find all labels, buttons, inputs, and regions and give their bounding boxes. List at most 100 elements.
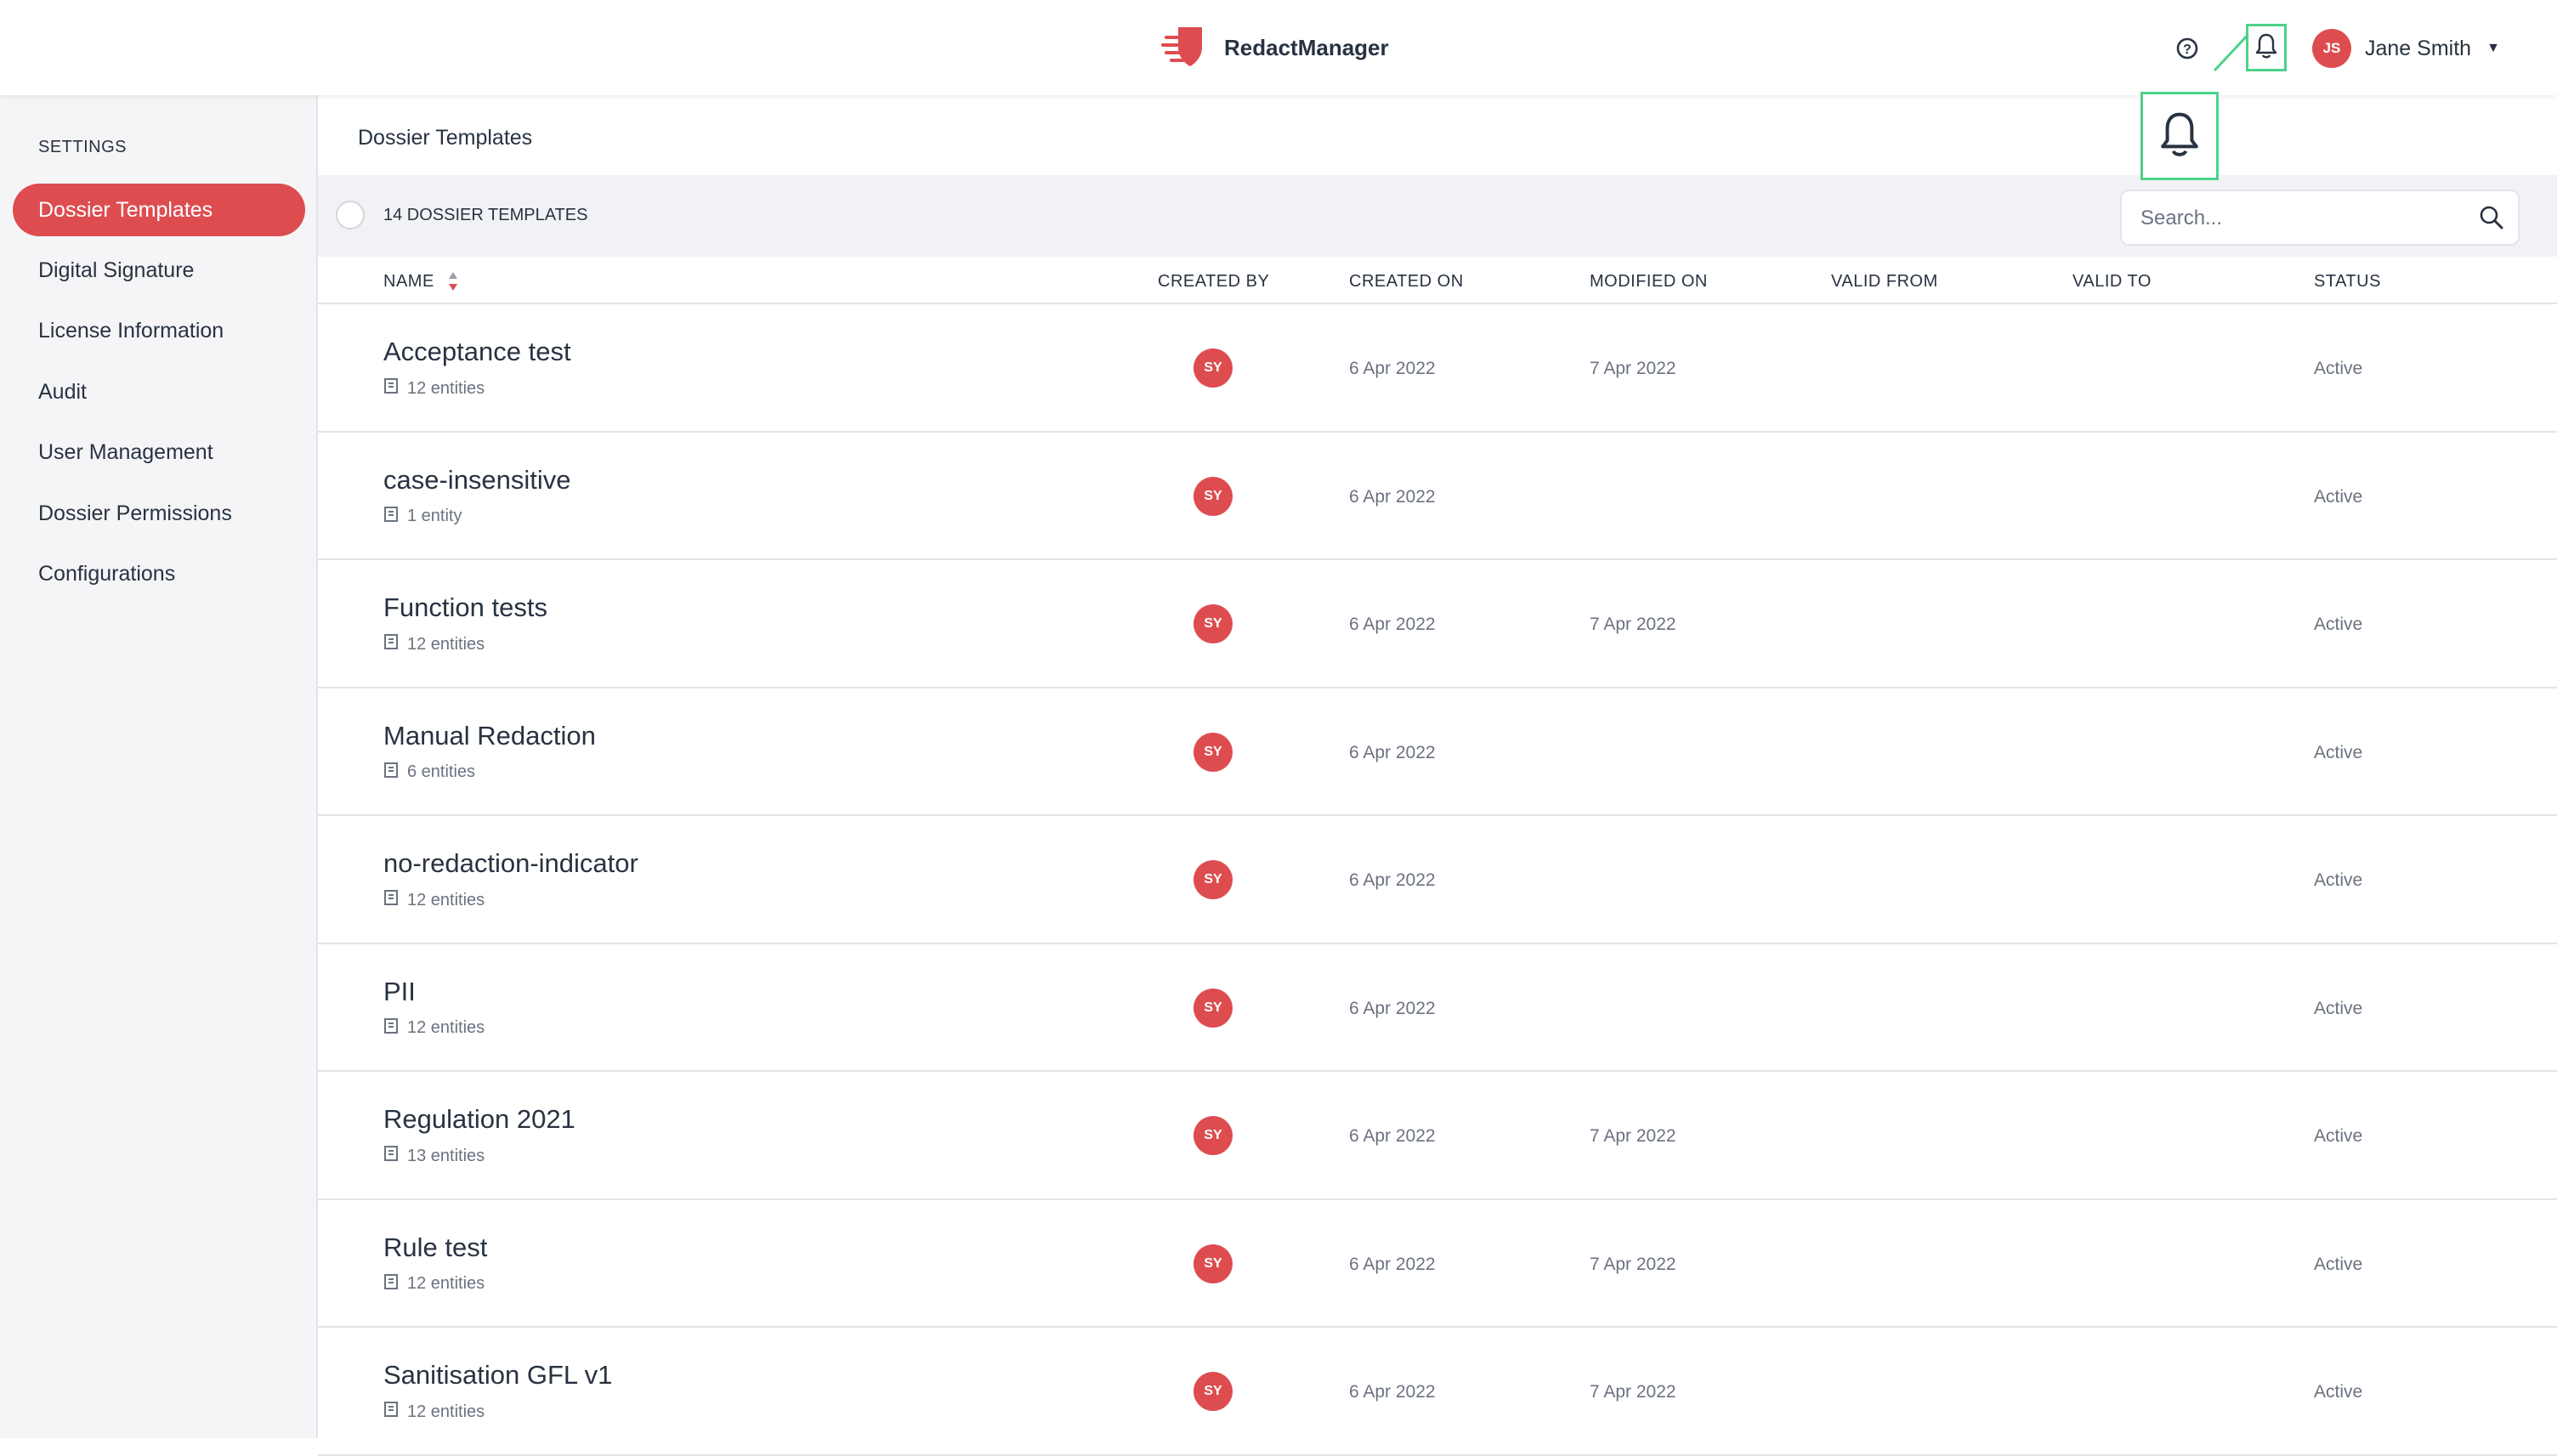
sidebar-item-dossier-permissions[interactable]: Dossier Permissions: [13, 487, 305, 540]
entity-count: 13 entities: [383, 1145, 485, 1167]
entity-count-label: 12 entities: [407, 1402, 485, 1421]
table-row[interactable]: case-insensitive 1 entity SY 6 Apr 2022 Acti…: [318, 433, 2557, 560]
chevron-down-icon: ▼: [2486, 41, 2500, 55]
search-icon[interactable]: [2477, 203, 2506, 236]
entity-count-label: 12 entities: [407, 1274, 485, 1293]
sidebar-item-configurations[interactable]: Configurations: [13, 547, 305, 600]
status-label: Active: [2314, 742, 2363, 762]
column-header-status: STATUS: [2314, 272, 2381, 291]
modified-on: 7 Apr 2022: [1590, 615, 1676, 634]
template-name[interactable]: Rule test: [383, 1232, 487, 1263]
page-title: Dossier Templates: [358, 126, 533, 150]
entity-count: 12 entities: [383, 377, 485, 399]
created-on: 6 Apr 2022: [1349, 870, 1436, 890]
created-on: 6 Apr 2022: [1349, 998, 1436, 1018]
creator-avatar: SY: [1193, 860, 1233, 899]
templates-count: 14 DOSSIER TEMPLATES: [383, 206, 588, 224]
created-on: 6 Apr 2022: [1349, 615, 1436, 634]
settings-sidebar: SETTINGS Dossier Templates Digital Signa…: [0, 95, 318, 1438]
entities-icon: [383, 1401, 399, 1423]
template-name[interactable]: PII: [383, 977, 416, 1007]
column-header-valid-from: VALID FROM: [1831, 272, 1938, 291]
template-name[interactable]: Manual Redaction: [383, 721, 596, 751]
sidebar-item-license-information[interactable]: License Information: [13, 304, 305, 357]
entities-icon: [383, 1145, 399, 1167]
column-header-valid-to: VALID TO: [2072, 272, 2152, 291]
created-on: 6 Apr 2022: [1349, 1126, 1436, 1146]
creator-avatar: SY: [1193, 1372, 1233, 1411]
template-name[interactable]: Acceptance test: [383, 337, 571, 367]
user-name: Jane Smith: [2365, 36, 2472, 60]
entity-count: 1 entity: [383, 506, 462, 528]
entities-icon: [383, 633, 399, 655]
templates-table: Acceptance test 12 entities SY 6 Apr 2022 7 …: [318, 304, 2557, 1456]
modified-on: 7 Apr 2022: [1590, 1382, 1676, 1402]
list-toolbar: 14 DOSSIER TEMPLATES: [318, 175, 2557, 257]
table-row[interactable]: Acceptance test 12 entities SY 6 Apr 2022 7 …: [318, 304, 2557, 433]
entity-count-label: 1 entity: [407, 507, 462, 525]
table-header: NAME CREATED BY CREATED ON MODIFIED ON V…: [318, 257, 2557, 304]
status-label: Active: [2314, 1382, 2363, 1402]
entity-count-label: 12 entities: [407, 378, 485, 398]
search-box: [2120, 190, 2520, 246]
brand[interactable]: RedactManager: [1161, 22, 1389, 73]
logo-icon: [1161, 22, 1209, 74]
status-label: Active: [2314, 486, 2363, 507]
status-label: Active: [2314, 359, 2363, 378]
column-header-created-on: CREATED ON: [1349, 272, 1464, 291]
column-header-created-by: CREATED BY: [1158, 272, 1270, 291]
template-name[interactable]: case-insensitive: [383, 465, 571, 496]
status-label: Active: [2314, 1126, 2363, 1146]
table-row[interactable]: Manual Redaction 6 entities SY 6 Apr 2022 Ac…: [318, 688, 2557, 816]
column-header-modified-on: MODIFIED ON: [1590, 272, 1708, 291]
entity-count-label: 13 entities: [407, 1146, 485, 1165]
column-header-name[interactable]: NAME: [383, 272, 434, 292]
sidebar-item-user-management[interactable]: User Management: [13, 426, 305, 479]
table-row[interactable]: Regulation 2021 13 entities SY 6 Apr 2022 7 …: [318, 1072, 2557, 1200]
entities-icon: [383, 762, 399, 784]
sidebar-item-dossier-templates[interactable]: Dossier Templates: [13, 184, 305, 236]
highlight-callout: [2140, 92, 2219, 180]
created-on: 6 Apr 2022: [1349, 1254, 1436, 1274]
template-name[interactable]: no-redaction-indicator: [383, 848, 638, 879]
creator-avatar: SY: [1193, 476, 1233, 516]
user-menu[interactable]: JS Jane Smith ▼: [2312, 29, 2500, 68]
created-on: 6 Apr 2022: [1349, 486, 1436, 507]
table-row[interactable]: Function tests 12 entities SY 6 Apr 2022 7 A…: [318, 560, 2557, 688]
help-circle-icon: ?: [2171, 37, 2203, 68]
search-input[interactable]: [2139, 203, 2465, 234]
notifications-button[interactable]: [2246, 24, 2287, 71]
entities-icon: [383, 889, 399, 911]
template-name[interactable]: Regulation 2021: [383, 1104, 575, 1135]
creator-avatar: SY: [1193, 1116, 1233, 1155]
modified-on: 7 Apr 2022: [1590, 359, 1676, 378]
entity-count-label: 6 entities: [407, 762, 476, 781]
sort-icon[interactable]: [447, 270, 459, 297]
created-on: 6 Apr 2022: [1349, 359, 1436, 378]
entity-count: 12 entities: [383, 889, 485, 911]
entity-count-label: 12 entities: [407, 634, 485, 654]
avatar: JS: [2312, 29, 2351, 68]
sidebar-section-label: SETTINGS: [38, 138, 128, 156]
entity-count-label: 12 entities: [407, 890, 485, 909]
template-name[interactable]: Function tests: [383, 592, 547, 623]
creator-avatar: SY: [1193, 732, 1233, 772]
template-name[interactable]: Sanitisation GFL v1: [383, 1360, 612, 1391]
help-button[interactable]: ?: [2171, 32, 2203, 65]
table-row[interactable]: no-redaction-indicator 12 entities SY 6 Apr…: [318, 816, 2557, 944]
main-content: Dossier Templates 14 DOSSIER TEMPLATES N…: [318, 95, 2557, 1456]
creator-avatar: SY: [1193, 348, 1233, 388]
status-label: Active: [2314, 1254, 2363, 1274]
entity-count: 12 entities: [383, 1401, 485, 1423]
status-label: Active: [2314, 615, 2363, 634]
entities-icon: [383, 506, 399, 528]
sidebar-item-audit[interactable]: Audit: [13, 365, 305, 418]
table-row[interactable]: PII 12 entities SY 6 Apr 2022 Active: [318, 944, 2557, 1072]
table-row[interactable]: Rule test 12 entities SY 6 Apr 2022 7 Apr 20…: [318, 1200, 2557, 1328]
modified-on: 7 Apr 2022: [1590, 1126, 1676, 1146]
creator-avatar: SY: [1193, 604, 1233, 643]
sidebar-item-digital-signature[interactable]: Digital Signature: [13, 244, 305, 297]
table-row[interactable]: Sanitisation GFL v1 12 entities SY 6 Apr 20…: [318, 1328, 2557, 1456]
select-all-checkbox[interactable]: [336, 201, 365, 229]
entity-count: 6 entities: [383, 762, 475, 784]
